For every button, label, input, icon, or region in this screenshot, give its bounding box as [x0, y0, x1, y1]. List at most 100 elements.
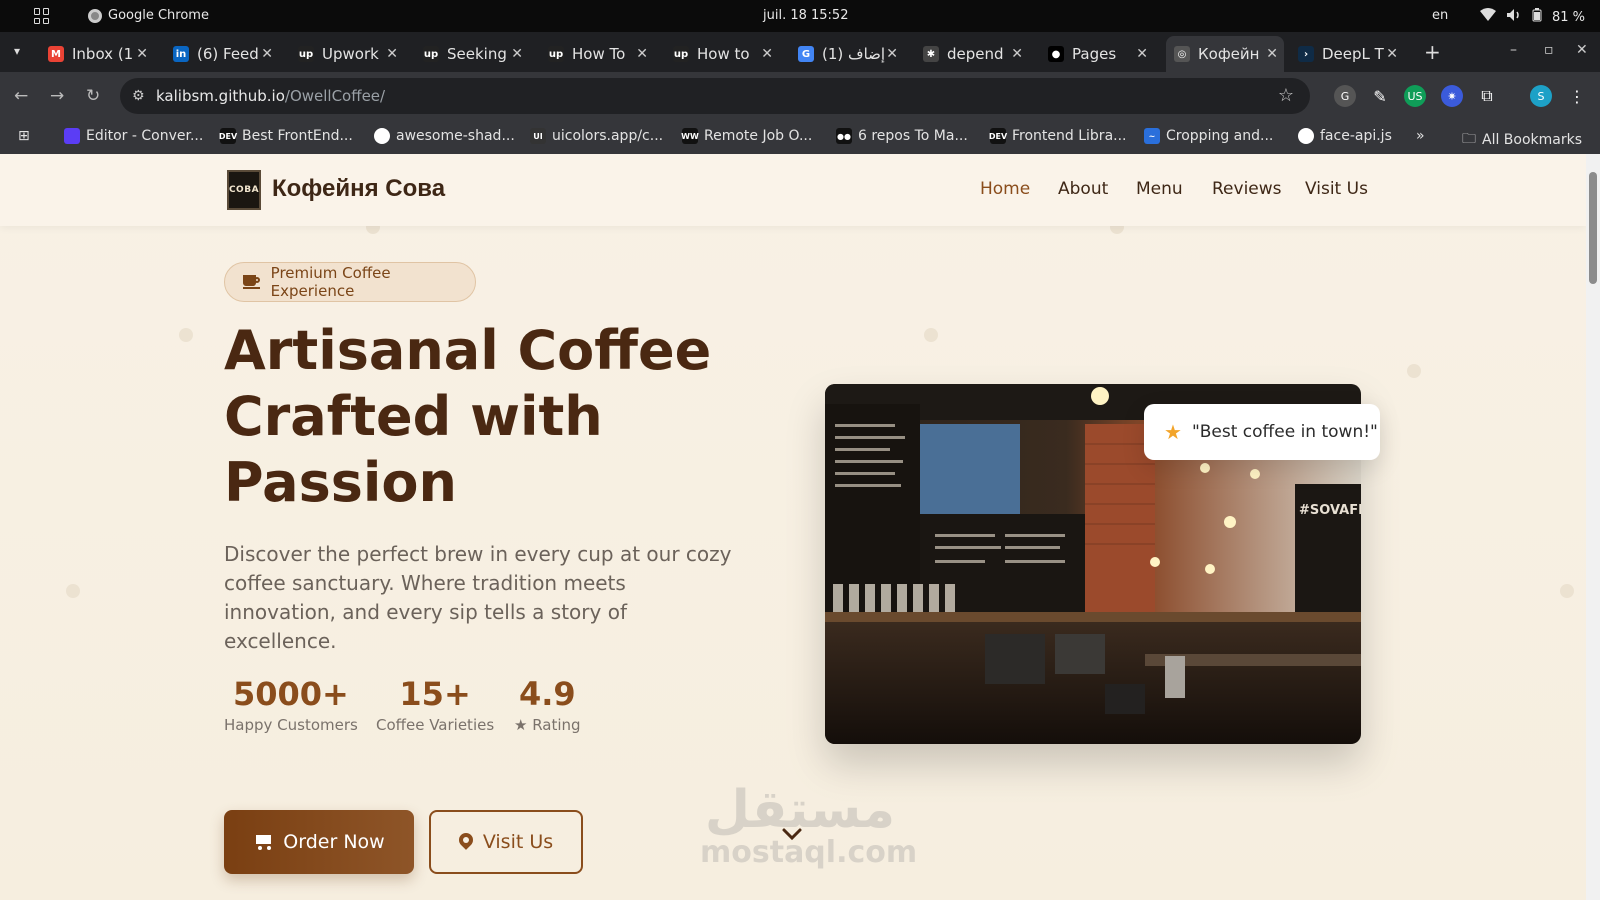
bookmark-item[interactable]: WW Remote Job O... [681, 128, 812, 144]
all-bookmarks-folder[interactable]: 🗀 All Bookmarks [1462, 128, 1582, 152]
maximize-button[interactable]: ▫ [1544, 42, 1554, 58]
new-tab-button[interactable]: + [1424, 40, 1441, 64]
hero-title-line: Artisanal Coffee [224, 319, 712, 382]
gmail-icon: M [48, 46, 64, 62]
chrome-icon [88, 8, 102, 23]
tab-strip: ▾ M Inbox (1 ✕ in (6) Feed ✕ up Upwork ✕ up Seekin… [0, 32, 1600, 72]
bookmark-label: Editor - Conver... [86, 128, 204, 144]
bookmark-label: Frontend Libra... [1012, 128, 1127, 144]
browser-tab[interactable]: G (1) إضاف ✕ [790, 36, 904, 72]
bookmark-item[interactable]: UI uicolors.app/c... [530, 128, 663, 144]
upwork-icon: up [423, 46, 439, 62]
browser-tab[interactable]: up Seeking ✕ [415, 36, 529, 72]
browser-tab[interactable]: M Inbox (1 ✕ [40, 36, 154, 72]
close-tab-icon[interactable]: ✕ [386, 46, 398, 62]
bookmark-favicon-icon: DEV [219, 128, 237, 144]
us-extension-icon[interactable]: US [1404, 85, 1426, 107]
nav-reviews[interactable]: Reviews [1212, 179, 1282, 199]
app-grid-icon[interactable] [34, 8, 50, 24]
order-now-button[interactable]: Order Now [224, 810, 414, 874]
tab-title: depend [947, 45, 1004, 63]
language-indicator[interactable]: en [1432, 8, 1448, 23]
forward-icon[interactable]: → [50, 86, 64, 106]
close-window-button[interactable]: ✕ [1576, 42, 1588, 58]
puzzle-icon[interactable]: ⧉ [1476, 85, 1498, 107]
clock[interactable]: juil. 18 15:52 [763, 8, 848, 23]
close-tab-icon[interactable]: ✕ [636, 46, 648, 62]
close-tab-icon[interactable]: ✕ [1266, 46, 1278, 62]
nav-home[interactable]: Home [980, 179, 1030, 199]
browser-tab[interactable]: ● Pages ✕ [1040, 36, 1154, 72]
bookmark-item[interactable]: ●● 6 repos To Ma... [836, 128, 968, 144]
folder-icon: 🗀 [1462, 131, 1476, 147]
bookmark-item[interactable]: face-api.js [1298, 128, 1392, 144]
quote-text: "Best coffee in town!" [1191, 422, 1378, 442]
active-app[interactable]: Google Chrome [88, 8, 209, 23]
bookmark-star-icon[interactable]: ☆ [1278, 85, 1294, 106]
profile-avatar[interactable]: S [1530, 85, 1552, 107]
close-tab-icon[interactable]: ✕ [511, 46, 523, 62]
browser-tab[interactable]: ◎ Кофейн ✕ [1166, 36, 1284, 72]
system-tray[interactable]: 81 % [1480, 8, 1585, 26]
scroll-down-chevron-icon[interactable] [780, 822, 804, 846]
bookmark-item[interactable]: ~ Cropping and... [1144, 128, 1273, 144]
premium-badge: Premium Coffee Experience [224, 262, 476, 302]
nav-menu[interactable]: Menu [1136, 179, 1183, 199]
bookmark-label: Cropping and... [1166, 128, 1274, 144]
page-scrollbar[interactable] [1586, 154, 1600, 900]
nav-about[interactable]: About [1058, 179, 1108, 199]
site-navbar: СОВА Кофейня Сова Home About Menu Review… [0, 154, 1586, 226]
bookmark-favicon-icon: ●● [836, 128, 852, 144]
reload-icon[interactable]: ↻ [86, 86, 100, 106]
close-tab-icon[interactable]: ✕ [261, 46, 273, 62]
close-tab-icon[interactable]: ✕ [886, 46, 898, 62]
bookmark-item[interactable]: awesome-shad... [374, 128, 515, 144]
site-info-icon[interactable]: ⚙ [132, 88, 145, 104]
close-tab-icon[interactable]: ✕ [761, 46, 773, 62]
bookmark-label: 6 repos To Ma... [858, 128, 968, 144]
stat-value: 4.9 [518, 675, 576, 713]
site-logo[interactable]: СОВА [227, 170, 261, 210]
close-tab-icon[interactable]: ✕ [136, 46, 148, 62]
cart-icon [253, 834, 273, 850]
bookmark-item[interactable]: DEV Best FrontEnd... [219, 128, 353, 144]
brand-name[interactable]: Кофейня Сова [272, 175, 445, 203]
battery-percent: 81 % [1552, 9, 1586, 25]
back-icon[interactable]: ← [14, 86, 28, 106]
decor-dot [179, 328, 193, 342]
visit-us-label: Visit Us [482, 831, 554, 853]
tab-search-icon[interactable]: ▾ [14, 44, 20, 58]
close-tab-icon[interactable]: ✕ [1136, 46, 1148, 62]
url-text[interactable]: kalibsm.github.io/OwellCoffee/ [156, 87, 385, 105]
grammarly-icon[interactable]: G [1334, 85, 1356, 107]
browser-tab[interactable]: › DeepL T ✕ [1290, 36, 1404, 72]
bookmark-label: awesome-shad... [396, 128, 515, 144]
decor-dot [1560, 584, 1574, 598]
apps-shortcut-icon[interactable]: ⊞ [18, 128, 30, 144]
tab-title: Кофейн [1198, 45, 1260, 63]
extension-star-icon[interactable]: ✷ [1441, 85, 1463, 107]
minimize-button[interactable]: – [1510, 42, 1517, 58]
browser-tab[interactable]: up Upwork ✕ [290, 36, 404, 72]
visit-us-button[interactable]: Visit Us [429, 810, 583, 874]
more-bookmarks-icon[interactable]: » [1416, 128, 1425, 144]
bookmark-favicon-icon [64, 128, 80, 144]
tab-title: (1) إضاف [822, 45, 886, 63]
browser-tab[interactable]: in (6) Feed ✕ [165, 36, 279, 72]
bookmark-favicon-icon: WW [681, 128, 699, 144]
decor-dot [924, 328, 938, 342]
tab-title: Seeking [447, 45, 507, 63]
close-tab-icon[interactable]: ✕ [1386, 46, 1398, 62]
stat-label: Coffee Varieties [376, 716, 495, 734]
address-bar[interactable]: ⚙ kalibsm.github.io/OwellCoffee/ ☆ [120, 78, 1310, 114]
browser-tab[interactable]: ✱ depend ✕ [915, 36, 1029, 72]
kebab-menu-icon[interactable]: ⋮ [1566, 85, 1588, 107]
browser-tab[interactable]: up How to ✕ [665, 36, 779, 72]
scrollbar-thumb[interactable] [1589, 172, 1597, 284]
close-tab-icon[interactable]: ✕ [1011, 46, 1023, 62]
bookmark-item[interactable]: Editor - Conver... [64, 128, 203, 144]
browser-tab[interactable]: up How To ✕ [540, 36, 654, 72]
bookmark-item[interactable]: DEV Frontend Libra... [989, 128, 1127, 144]
nav-visit-us[interactable]: Visit Us [1305, 179, 1368, 199]
pen-icon[interactable]: ✎ [1369, 85, 1391, 107]
